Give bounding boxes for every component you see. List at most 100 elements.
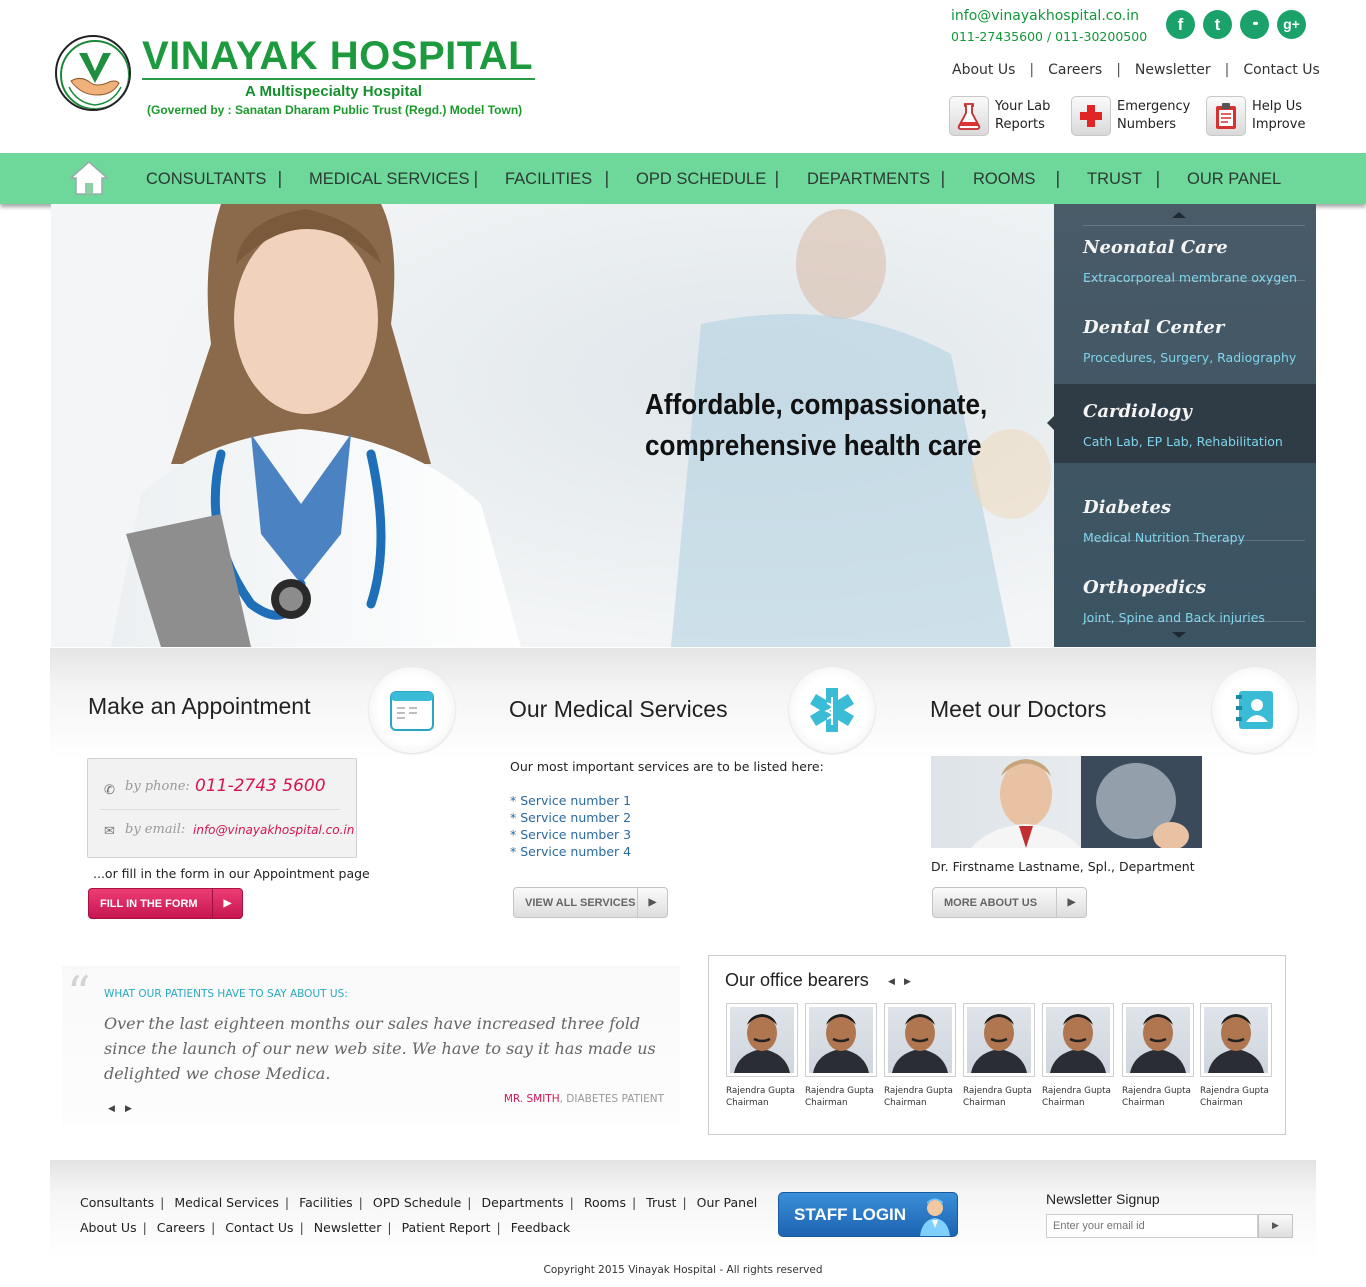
nav-facilities[interactable]: FACILITIES [505,170,592,189]
services-title: Our Medical Services [509,696,728,722]
play-arrow-icon: ▶ [637,888,667,917]
lab-flask-icon [949,96,989,136]
nav-separator: | [774,169,780,189]
testimonial-box: “ WHAT OUR PATIENTS HAVE TO SAY ABOUT US… [62,966,680,1126]
footer-links-row: Consultants | Medical Services | Facilitie… [80,1195,757,1210]
nav-medical-services[interactable]: MEDICAL SERVICES [309,170,469,189]
header-email-link[interactable]: info@vinayakhospital.co.in [951,8,1139,24]
appointment-note: ...or fill in the form in our Appointmen… [93,866,370,881]
footer-link[interactable]: Feedback [511,1220,571,1235]
doctor-photo[interactable] [931,756,1202,848]
footer-link[interactable]: Trust [646,1195,676,1210]
service-list-item[interactable]: * Service number 3 [510,826,631,843]
footer-link[interactable]: OPD Schedule [373,1195,461,1210]
bearer-photo [1042,1003,1114,1077]
hero-heading: Affordable, compassionate, comprehensive… [645,385,987,467]
bearer-name: Rajendra Gupta [1200,1086,1269,1096]
newsletter-title: Newsletter Signup [1046,1191,1160,1207]
facebook-icon[interactable]: f [1166,10,1195,39]
quick-link-emergency[interactable]: Emergency Numbers [1071,96,1190,136]
hospital-logo[interactable] [55,35,131,111]
service-item-neonatal[interactable]: Neonatal Care Extracorporeal membrane ox… [1054,201,1316,285]
service-list-item[interactable]: * Service number 4 [510,843,631,860]
footer-link[interactable]: Consultants [80,1195,154,1210]
testimonial-author: MR. SMITH, DIABETES PATIENT [504,1093,664,1105]
bearer-photo [1200,1003,1272,1077]
service-title: Neonatal Care [1083,237,1228,258]
footer-link[interactable]: Careers [157,1220,205,1235]
prev-arrow-icon[interactable]: ◀ [888,977,895,987]
separator: | [682,1195,687,1210]
top-link-contact[interactable]: Contact Us [1243,62,1319,78]
play-arrow-icon: ▶ [212,889,242,918]
more-about-us-button[interactable]: MORE ABOUT US ▶ [932,887,1087,918]
nav-departments[interactable]: DEPARTMENTS [807,170,930,189]
nav-consultants[interactable]: CONSULTANTS [146,170,266,189]
nav-separator: | [1155,169,1161,189]
top-link-newsletter[interactable]: Newsletter [1135,62,1211,78]
flickr-icon[interactable]: •• [1240,10,1269,39]
quick-link-lab-reports[interactable]: Your Lab Reports [949,96,1050,136]
appointment-phone[interactable]: 011-2743 5600 [195,776,326,796]
footer-link[interactable]: Facilities [299,1195,353,1210]
newsletter-submit-button[interactable]: ▶ [1258,1214,1293,1238]
service-item-orthopedics[interactable]: Orthopedics Joint, Spine and Back injuri… [1054,541,1316,625]
service-item-diabetes[interactable]: Diabetes Medical Nutrition Therapy [1054,461,1316,545]
service-item-dental[interactable]: Dental Center Procedures, Surgery, Radio… [1054,281,1316,365]
next-arrow-icon[interactable]: ▶ [904,977,911,987]
fill-form-button[interactable]: FILL IN THE FORM ▶ [88,888,243,919]
top-link-careers[interactable]: Careers [1048,62,1102,78]
service-list-item[interactable]: * Service number 1 [510,792,631,809]
bearer-card[interactable]: Rajendra Gupta Chairman [1122,1003,1194,1109]
bearer-photo [1122,1003,1194,1077]
bearer-role: Chairman [1122,1098,1165,1108]
nav-trust[interactable]: TRUST [1087,170,1142,189]
nav-our-panel[interactable]: OUR PANEL [1187,170,1281,189]
appointment-title: Make an Appointment [88,693,311,719]
google-plus-icon[interactable]: g+ [1277,10,1306,39]
nav-rooms[interactable]: ROOMS [973,170,1035,189]
bearer-card[interactable]: Rajendra Gupta Chairman [1042,1003,1114,1109]
footer-link[interactable]: Rooms [584,1195,626,1210]
quick-link-label: Improve [1252,117,1306,132]
next-arrow-icon[interactable]: ▶ [125,1104,132,1114]
services-list: * Service number 1 * Service number 2 * … [510,792,631,860]
top-link-about[interactable]: About Us [952,62,1015,78]
footer-link[interactable]: Contact Us [225,1220,293,1235]
bearer-card[interactable]: Rajendra Gupta Chairman [963,1003,1035,1109]
footer-link[interactable]: Newsletter [314,1220,382,1235]
divider [100,809,340,810]
scroll-down-icon[interactable] [1172,632,1186,638]
view-all-services-button[interactable]: VIEW ALL SERVICES ▶ [513,887,668,918]
quick-link-help-improve[interactable]: Help Us Improve [1206,96,1305,136]
footer-link[interactable]: Departments [482,1195,564,1210]
home-icon[interactable] [68,159,110,197]
newsletter-email-input[interactable] [1046,1214,1258,1238]
top-links: About Us | Careers | Newsletter | Contact U… [952,62,1320,78]
brand-name: VINAYAK HOSPITAL [142,34,536,80]
footer-link[interactable]: Medical Services [174,1195,279,1210]
service-list-item[interactable]: * Service number 2 [510,809,631,826]
staff-login-button[interactable]: STAFF LOGIN [778,1192,958,1237]
service-subtitle: Joint, Spine and Back injuries [1083,610,1265,625]
bearer-card[interactable]: Rajendra Gupta Chairman [1200,1003,1272,1109]
footer-link[interactable]: About Us [80,1220,137,1235]
appointment-email[interactable]: info@vinayakhospital.co.in [193,823,354,837]
doctor-xray-illustration [971,756,1202,848]
bearer-card[interactable]: Rajendra Gupta Chairman [884,1003,956,1109]
email-icon: ✉ [104,824,115,839]
nav-opd-schedule[interactable]: OPD SCHEDULE [636,170,766,189]
bearer-card[interactable]: Rajendra Gupta Chairman [805,1003,877,1109]
bearer-photo [805,1003,877,1077]
address-book-icon [1212,667,1298,753]
service-item-cardiology[interactable]: Cardiology Cath Lab, EP Lab, Rehabilitat… [1047,384,1316,463]
author-role: , DIABETES PATIENT [559,1093,664,1105]
tumblr-icon[interactable]: t [1203,10,1232,39]
footer-link[interactable]: Patient Report [402,1220,491,1235]
footer-link[interactable]: Our Panel [697,1195,758,1210]
nav-separator: | [1055,169,1061,189]
prev-arrow-icon[interactable]: ◀ [108,1104,115,1114]
footer [50,1160,1316,1260]
bearer-card[interactable]: Rajendra Gupta Chairman [726,1003,798,1109]
active-pointer-icon [1047,416,1054,430]
